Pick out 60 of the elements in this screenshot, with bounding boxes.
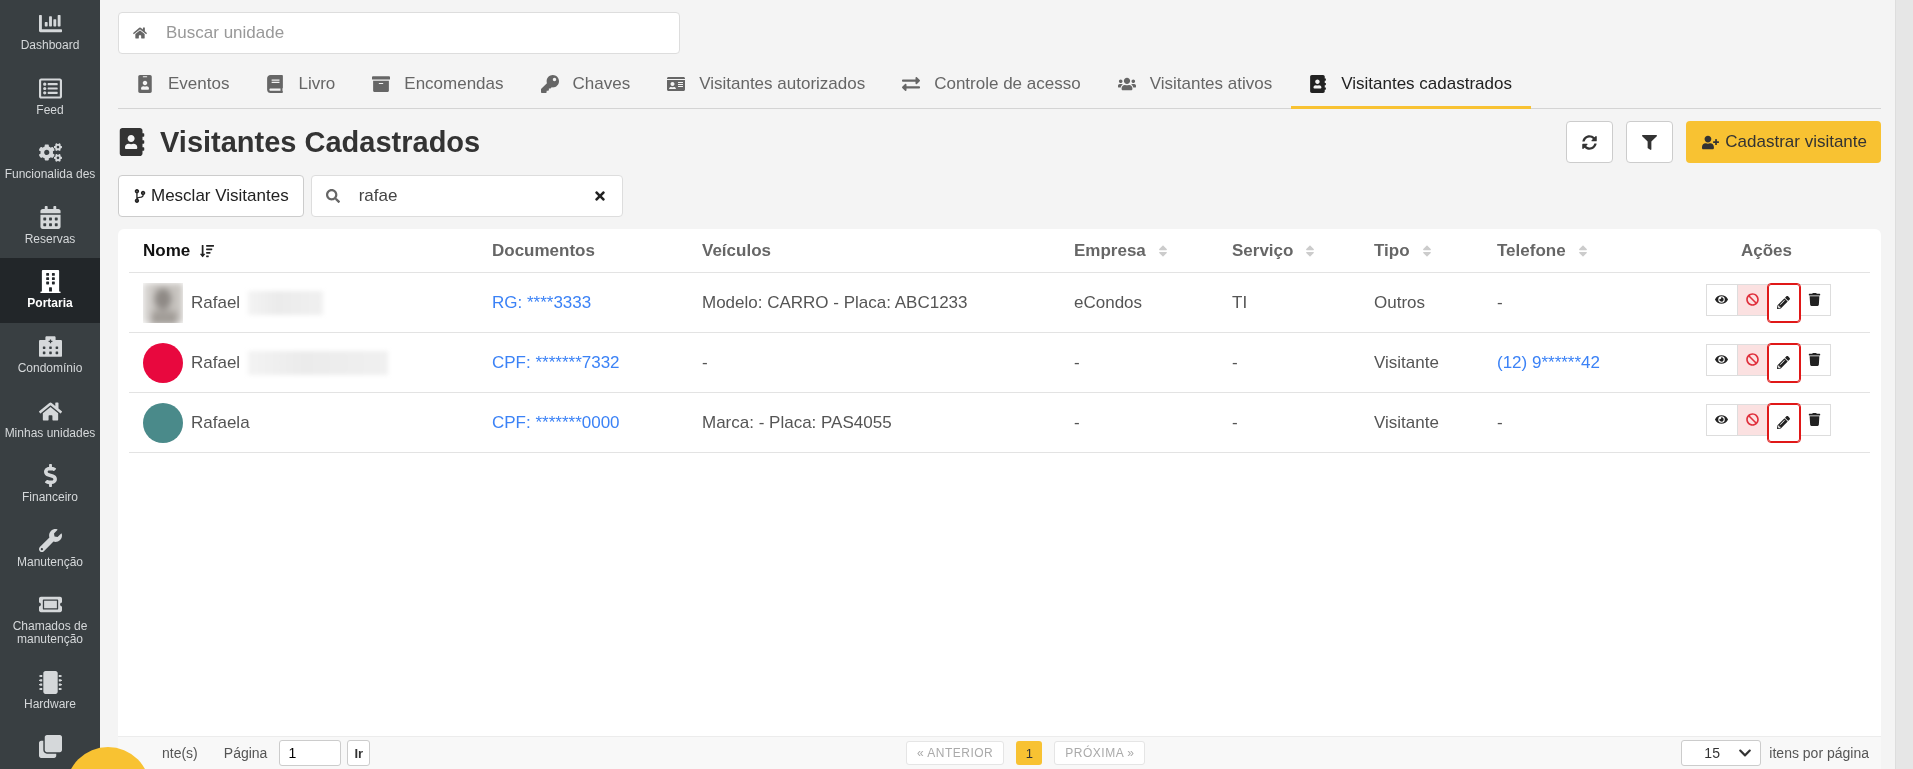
column-header: Documentos [492, 240, 595, 261]
table-cell: Modelo: CARRO - Placa: ABC1233 [702, 292, 968, 313]
table-cell: - [1232, 412, 1238, 433]
sidebar-item[interactable]: Dashboard [0, 0, 100, 65]
column-header: Ações [1741, 240, 1792, 261]
visitor-count: nte(s) [162, 745, 198, 761]
visitor-name: Rafael [191, 292, 241, 313]
tab[interactable]: Eventos [118, 64, 249, 109]
tab[interactable]: Chaves [522, 64, 650, 109]
table-cell: - [1497, 412, 1503, 433]
table-cell: - [1074, 412, 1080, 433]
page-number-button[interactable]: 1 [1016, 741, 1043, 765]
visitor-search-field[interactable]: rafae [310, 175, 623, 217]
sidebar-item[interactable]: Funcionalida des [0, 129, 100, 194]
tab[interactable]: Livro [248, 64, 355, 109]
register-visitor-button[interactable]: Cadastrar visitante [1686, 121, 1881, 163]
column-header: Empresa [1074, 240, 1146, 261]
tab[interactable]: Visitantes ativos [1099, 64, 1292, 109]
column-header: Tipo [1374, 240, 1410, 261]
table-cell: eCondos [1074, 292, 1143, 313]
table-cell: - [1074, 352, 1080, 373]
page-input[interactable]: 1 [279, 740, 342, 766]
page-title: Visitantes Cadastrados [160, 125, 481, 159]
table-cell: Outros [1374, 292, 1426, 313]
page-label: Página [223, 745, 268, 761]
table-cell: - [1232, 352, 1238, 373]
visitor-name: Rafael [191, 352, 241, 373]
visitor-name: Rafaela [191, 412, 250, 433]
sidebar-item[interactable]: Financeiro [0, 452, 100, 517]
per-page-label: itens por página [1769, 745, 1869, 761]
phone-link[interactable]: (12) 9******42 [1497, 352, 1600, 373]
table-cell: - [702, 352, 708, 373]
tab[interactable]: Encomendas [354, 64, 523, 109]
per-page-select[interactable]: 15 [1681, 740, 1762, 766]
sidebar-item[interactable]: Minhas unidades [0, 387, 100, 453]
sidebar-item[interactable]: Portaria [0, 258, 100, 323]
table-cell: Visitante [1374, 412, 1439, 433]
sidebar-item[interactable]: Chamados de manutenção [0, 581, 100, 659]
unit-search-field[interactable]: Buscar unidade [118, 12, 680, 54]
column-header: Serviço [1232, 240, 1294, 261]
tab[interactable]: Visitantes cadastrados [1291, 64, 1531, 109]
table-cell: TI [1232, 292, 1248, 313]
table-cell: - [1497, 292, 1503, 313]
sidebar-item[interactable]: Manutenção [0, 516, 100, 582]
column-header: Telefone [1497, 240, 1566, 261]
document-link[interactable]: RG: ****3333 [492, 292, 592, 313]
tab[interactable]: Visitantes autorizados [649, 64, 885, 109]
sidebar-item[interactable]: Reservas [0, 193, 100, 259]
column-header: Veículos [702, 240, 771, 261]
merge-visitors-button[interactable]: Mesclar Visitantes [118, 175, 304, 217]
table-cell: Visitante [1374, 352, 1439, 373]
sidebar-item[interactable]: Hardware [0, 658, 100, 724]
column-header: Nome [143, 240, 191, 261]
sidebar-item[interactable]: Feed [0, 64, 100, 130]
tab[interactable]: Controle de acesso [884, 64, 1100, 109]
sidebar-item[interactable]: Condomínio [0, 322, 100, 388]
go-button[interactable]: Ir [347, 740, 371, 766]
document-link[interactable]: CPF: *******7332 [492, 352, 620, 373]
document-link[interactable]: CPF: *******0000 [492, 412, 620, 433]
table-cell: Marca: - Placa: PAS4055 [702, 412, 892, 433]
